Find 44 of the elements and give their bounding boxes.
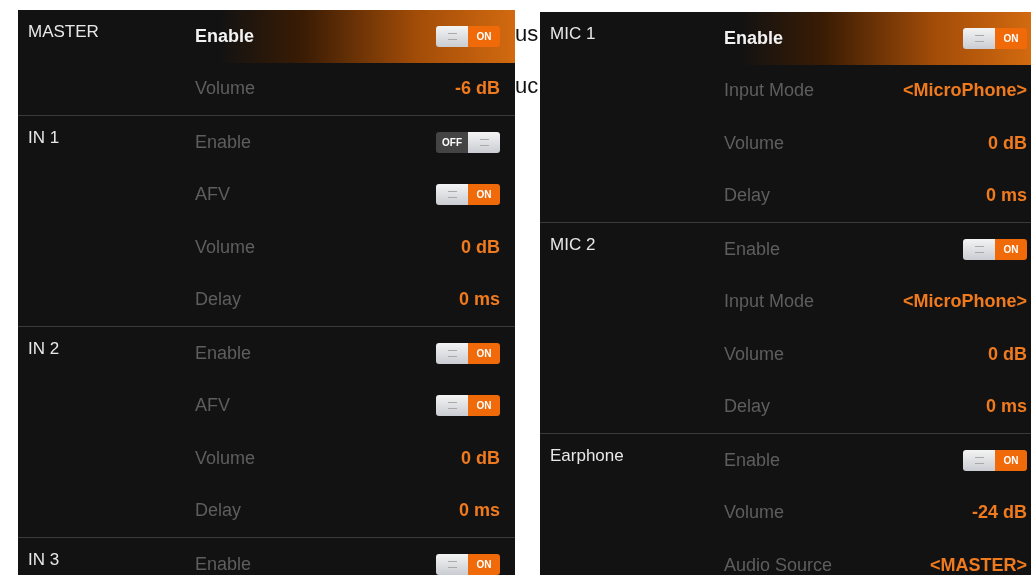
setting-label: Volume: [724, 132, 785, 154]
setting-value[interactable]: 0 ms: [458, 289, 500, 311]
setting-value[interactable]: 0 dB: [461, 447, 500, 469]
setting-label: Input Mode: [724, 291, 815, 313]
setting-value[interactable]: 0 ms: [458, 500, 500, 522]
setting-value[interactable]: 0 ms: [985, 185, 1027, 207]
setting-value[interactable]: <MASTER>: [929, 554, 1027, 575]
setting-label: Volume: [195, 236, 256, 258]
setting-label: Enable: [195, 553, 252, 575]
setting-value[interactable]: 0 dB: [988, 343, 1027, 365]
setting-label: Delay: [724, 396, 771, 418]
section-name: IN 1: [27, 127, 61, 148]
setting-label: Input Mode: [724, 80, 815, 102]
partial-text: uc: [515, 72, 540, 100]
setting-value[interactable]: -24 dB: [972, 502, 1027, 524]
setting-label: Audio Source: [724, 554, 833, 575]
setting-value[interactable]: 0 dB: [988, 132, 1027, 154]
setting-label: Enable: [195, 131, 252, 153]
section-name: MIC 1: [549, 23, 597, 44]
setting-value[interactable]: <MicroPhone>: [902, 80, 1027, 102]
setting-value[interactable]: 0 ms: [985, 396, 1027, 418]
setting-value[interactable]: 0 dB: [461, 236, 500, 258]
setting-label: AFV: [195, 395, 230, 417]
setting-label: Enable: [724, 449, 781, 471]
setting-label: Volume: [195, 78, 256, 100]
section-name: Earphone: [549, 445, 625, 466]
setting-label: Delay: [195, 289, 242, 311]
setting-label: Enable: [195, 25, 255, 47]
section-name: MIC 2: [549, 234, 597, 255]
setting-value[interactable]: -6 dB: [455, 78, 500, 100]
setting-label: Volume: [195, 447, 256, 469]
setting-label: Delay: [724, 185, 771, 207]
setting-label: AFV: [195, 184, 230, 206]
setting-label: Enable: [724, 238, 781, 260]
setting-label: Volume: [724, 502, 785, 524]
section-name: IN 3: [27, 549, 61, 570]
setting-label: Enable: [195, 342, 252, 364]
section-name: IN 2: [27, 338, 61, 359]
section-name: MASTER: [27, 21, 100, 42]
setting-label: Enable: [724, 27, 784, 49]
setting-label: Volume: [724, 343, 785, 365]
partial-text: us: [515, 20, 540, 48]
setting-label: Delay: [195, 500, 242, 522]
setting-value[interactable]: <MicroPhone>: [902, 291, 1027, 313]
